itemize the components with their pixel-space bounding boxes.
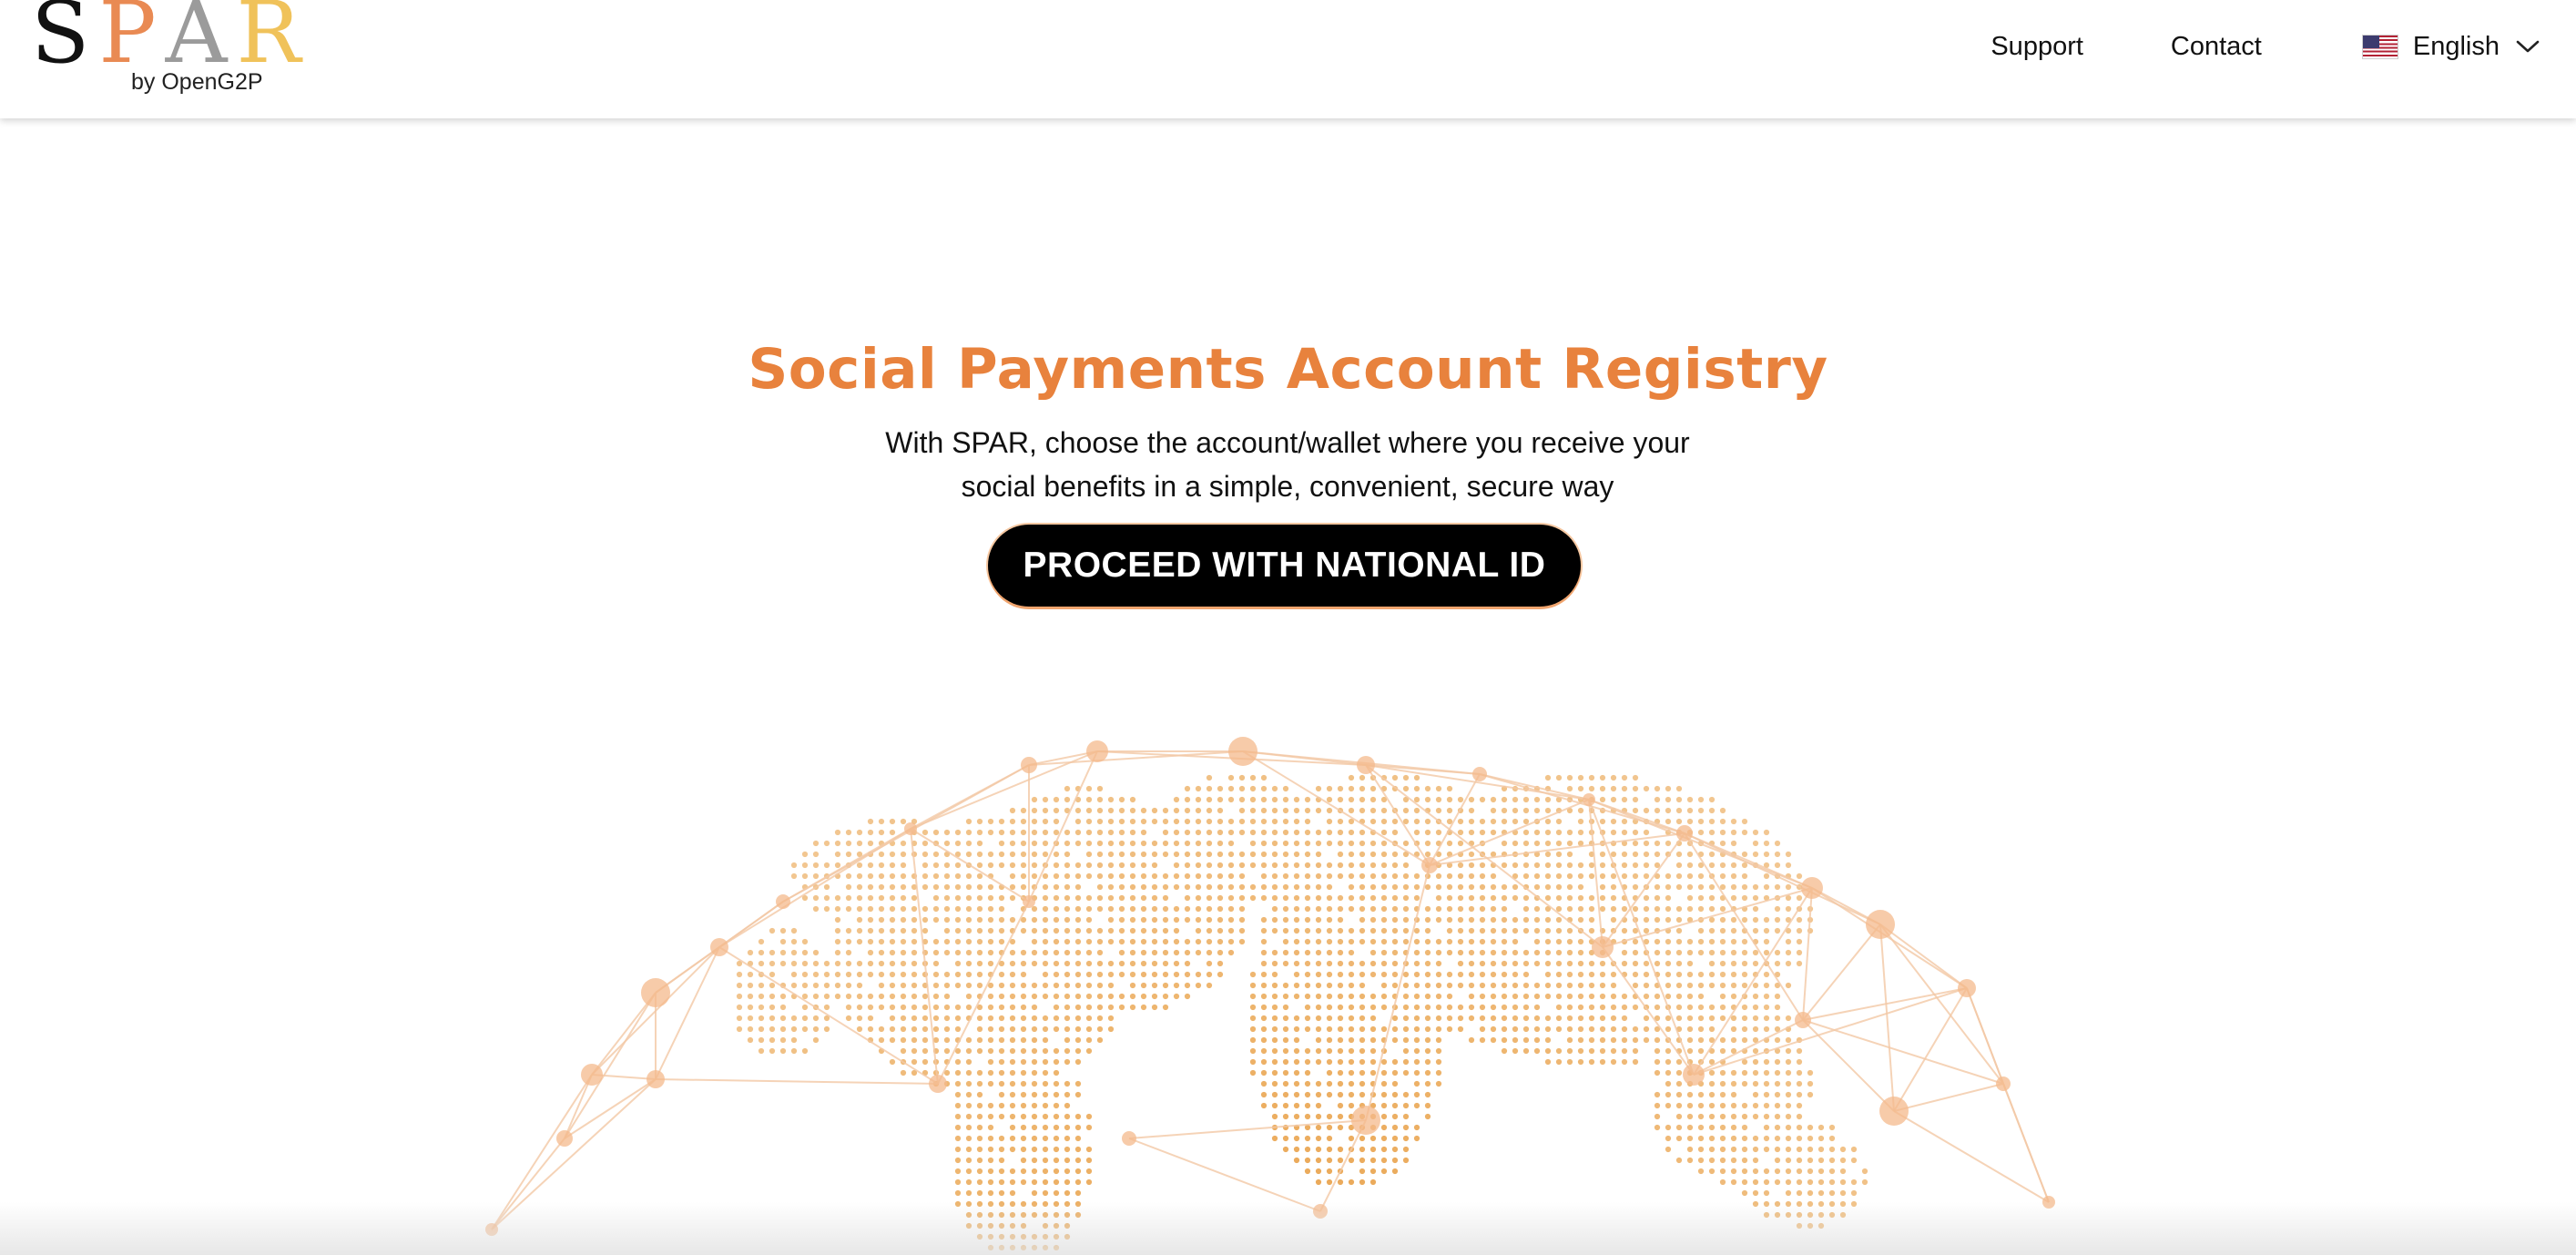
- logo-wordmark: S P A R: [31, 0, 310, 83]
- spar-logo[interactable]: S P A R by OpenG2P: [31, 0, 300, 109]
- logo-letter-a: A: [165, 0, 228, 83]
- language-selector[interactable]: English: [2361, 31, 2540, 62]
- page-title: Social Payments Account Registry: [748, 337, 1828, 402]
- logo-letter-p: P: [98, 0, 157, 83]
- language-label: English: [2412, 31, 2500, 61]
- chevron-down-icon: [2516, 40, 2540, 53]
- logo-tagline: by OpenG2P: [131, 69, 263, 95]
- world-network-globe-illustration: [485, 737, 2055, 1251]
- us-flag-icon: [2361, 34, 2398, 59]
- header-nav: Support Contact English: [1991, 0, 2540, 93]
- logo-letter-s: S: [31, 0, 90, 83]
- support-link[interactable]: Support: [1991, 32, 2083, 62]
- proceed-with-national-id-button[interactable]: PROCEED WITH NATIONAL ID: [988, 525, 1581, 607]
- flag-canton: [2362, 35, 2379, 48]
- contact-link[interactable]: Contact: [2171, 32, 2262, 62]
- globe-dot-map: [736, 774, 1868, 1251]
- logo-letter-r: R: [236, 0, 301, 83]
- globe-network-lines: [491, 750, 2050, 1230]
- hero-subtitle: With SPAR, choose the account/wallet whe…: [885, 426, 1690, 503]
- top-navbar: S P A R by OpenG2P Support Contact Engli…: [0, 0, 2576, 118]
